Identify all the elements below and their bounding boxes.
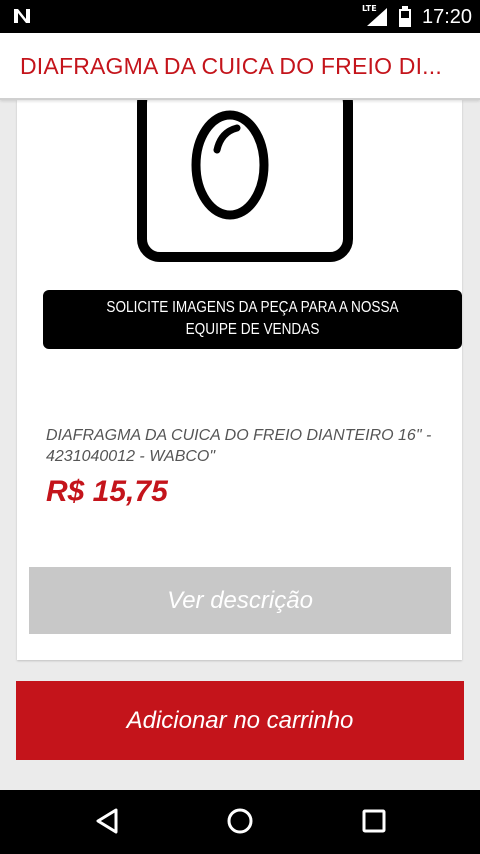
system-nav-bar xyxy=(0,790,480,854)
signal-icon xyxy=(366,7,388,32)
product-price: R$ 15,75 xyxy=(46,475,168,508)
home-icon[interactable] xyxy=(226,807,254,840)
status-bar: LTE 17:20 xyxy=(0,0,480,33)
product-card: SOLICITE IMAGENS DA PEÇA PARA A NOSSA EQ… xyxy=(17,80,462,660)
product-name: DIAFRAGMA DA CUICA DO FREIO DIANTEIRO 16… xyxy=(46,427,432,465)
battery-icon xyxy=(398,6,412,33)
image-request-notice: SOLICITE IMAGENS DA PEÇA PARA A NOSSA EQ… xyxy=(43,290,462,349)
notification-n-icon xyxy=(12,6,32,31)
status-time: 17:20 xyxy=(422,6,473,28)
camera-icon xyxy=(137,80,353,267)
image-request-notice-text: SOLICITE IMAGENS DA PEÇA PARA A NOSSA EQ… xyxy=(106,299,399,338)
page-title: DIAFRAGMA DA CUICA DO FREIO DI... xyxy=(20,53,442,79)
add-to-cart-button[interactable]: Adicionar no carrinho xyxy=(16,681,464,760)
back-icon[interactable] xyxy=(94,807,120,840)
app-bar: DIAFRAGMA DA CUICA DO FREIO DI... xyxy=(0,33,480,100)
recents-icon[interactable] xyxy=(361,807,387,840)
view-description-button[interactable]: Ver descrição xyxy=(29,567,451,634)
